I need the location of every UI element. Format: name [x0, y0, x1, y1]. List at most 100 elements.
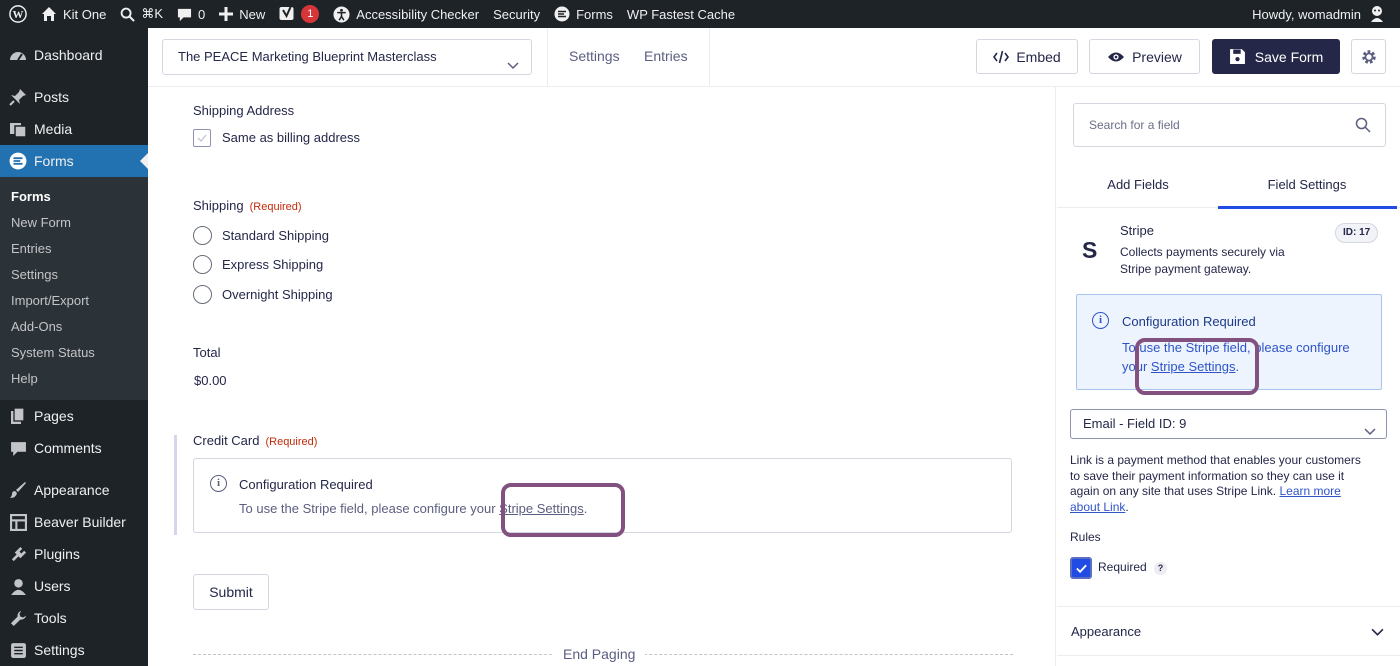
wrench-icon — [8, 608, 28, 628]
media-icon — [8, 119, 28, 139]
radio-standard-shipping[interactable] — [193, 226, 212, 245]
entries-link[interactable]: Entries — [644, 48, 688, 64]
accessibility-label: Accessibility Checker — [356, 6, 480, 22]
radio-overnight-shipping[interactable] — [193, 285, 212, 304]
tab-field-settings[interactable]: Field Settings — [1222, 177, 1392, 192]
comments-link[interactable]: 0 — [170, 0, 212, 28]
rules-label: Rules — [1070, 530, 1101, 544]
yoast-link[interactable]: 1 — [272, 0, 326, 28]
submit-label: Submit — [209, 584, 253, 600]
info-icon: i — [210, 475, 227, 492]
sidebar-item-media[interactable]: Media — [0, 113, 148, 145]
preview-button[interactable]: Preview — [1089, 39, 1200, 74]
search-icon — [120, 7, 136, 22]
shipping-field-label: Shipping (Required) — [193, 198, 302, 213]
accessibility-checker-link[interactable]: Accessibility Checker — [326, 0, 486, 28]
sidebar-item-label: Posts — [34, 89, 70, 105]
sidebar-item-pages[interactable]: Pages — [0, 400, 148, 432]
settings-link[interactable]: Settings — [569, 48, 620, 64]
comments-count: 0 — [198, 6, 206, 22]
account-menu[interactable]: Howdy, womadmin — [1245, 0, 1392, 28]
field-name: Stripe — [1120, 223, 1154, 238]
toolbar-divider — [547, 28, 548, 87]
learn-more-link[interactable]: Learn more — [1279, 484, 1340, 498]
sidebar-item-users[interactable]: Users — [0, 570, 148, 602]
command-search[interactable]: ⌘K — [113, 0, 170, 28]
gear-icon — [1360, 48, 1378, 66]
submenu-forms[interactable]: Forms — [0, 184, 148, 210]
field-description-line2: Stripe payment gateway. — [1120, 262, 1252, 276]
sidebar-item-comments[interactable]: Comments — [0, 432, 148, 464]
sidebar-item-tools[interactable]: Tools — [0, 602, 148, 634]
total-value: $0.00 — [194, 373, 227, 388]
field-search-input[interactable]: Search for a field — [1073, 103, 1386, 147]
config-title: Configuration Required — [1122, 314, 1256, 329]
sidebar-item-plugins[interactable]: Plugins — [0, 538, 148, 570]
about-link-link[interactable]: about Link — [1070, 500, 1125, 514]
active-tab-underline — [1218, 206, 1397, 209]
forms-adminbar-link[interactable]: Forms — [547, 0, 620, 28]
embed-label: Embed — [1016, 48, 1061, 65]
form-settings-gear-button[interactable] — [1351, 39, 1386, 74]
appearance-label: Appearance — [1071, 624, 1142, 639]
wordpress-logo[interactable]: W — [0, 0, 34, 28]
embed-button[interactable]: Embed — [976, 39, 1078, 74]
form-editor-toolbar: The PEACE Marketing Blueprint Masterclas… — [148, 28, 1400, 87]
submenu-settings[interactable]: Settings — [0, 262, 148, 288]
sidebar-item-dashboard[interactable]: Dashboard — [0, 39, 148, 71]
svg-text:W: W — [13, 9, 24, 21]
sidebar-item-settings[interactable]: Settings — [0, 634, 148, 666]
sidebar-item-label: Pages — [34, 408, 74, 424]
accessibility-icon — [333, 5, 350, 23]
sidebar-item-beaver-builder[interactable]: Beaver Builder — [0, 506, 148, 538]
comment-icon — [8, 438, 28, 458]
required-label: Required — [1098, 560, 1147, 574]
appearance-section-toggle[interactable]: Appearance — [1057, 607, 1400, 655]
submenu-entries[interactable]: Entries — [0, 236, 148, 262]
link-description-line1: Link is a payment method that enables yo… — [1070, 453, 1361, 467]
required-checkbox[interactable] — [1070, 557, 1092, 579]
fastest-cache-link[interactable]: WP Fastest Cache — [620, 0, 742, 28]
new-content-link[interactable]: New — [212, 0, 272, 28]
security-link[interactable]: Security — [486, 0, 547, 28]
submenu-add-ons[interactable]: Add-Ons — [0, 314, 148, 340]
tab-add-fields[interactable]: Add Fields — [1053, 177, 1223, 192]
site-name-link[interactable]: Kit One — [34, 0, 113, 28]
settings-icon — [8, 640, 28, 660]
same-as-billing-checkbox[interactable] — [193, 129, 211, 147]
sidebar-item-appearance[interactable]: Appearance — [0, 474, 148, 506]
selected-field-indicator — [174, 435, 177, 535]
search-icon — [1355, 117, 1371, 133]
form-title: The PEACE Marketing Blueprint Masterclas… — [178, 49, 437, 64]
admin-bar: W Kit One ⌘K 0 New 1 Accessibility Check… — [0, 0, 1400, 28]
yoast-icon — [279, 5, 295, 23]
highlight-annotation — [1135, 338, 1259, 395]
code-icon — [993, 50, 1010, 64]
stripe-icon: S — [1082, 237, 1098, 263]
forms-label: Forms — [576, 6, 613, 22]
submenu-help[interactable]: Help — [0, 366, 148, 392]
sidebar-item-label: Media — [34, 121, 73, 137]
sidebar-item-posts[interactable]: Posts — [0, 81, 148, 113]
sidebar-item-label: Users — [34, 578, 71, 594]
submenu-import-export[interactable]: Import/Export — [0, 288, 148, 314]
sidebar-item-forms[interactable]: Forms — [0, 145, 148, 177]
form-switcher-select[interactable]: The PEACE Marketing Blueprint Masterclas… — [162, 39, 532, 75]
sidebar-item-label: Comments — [34, 440, 102, 456]
credit-card-field-label[interactable]: Credit Card (Required) — [193, 433, 317, 448]
save-form-button[interactable]: Save Form — [1212, 39, 1340, 74]
radio-express-shipping[interactable] — [193, 255, 212, 274]
plug-icon — [8, 544, 28, 564]
end-paging-label: End Paging — [553, 646, 646, 662]
help-icon[interactable]: ? — [1154, 562, 1167, 575]
submenu-new-form[interactable]: New Form — [0, 210, 148, 236]
forms-icon — [554, 6, 570, 22]
submenu-system-status[interactable]: System Status — [0, 340, 148, 366]
link-description-line2: to save their payment information so the… — [1070, 469, 1345, 483]
link-email-field-select[interactable]: Email - Field ID: 9 — [1070, 409, 1387, 439]
new-label: New — [239, 6, 266, 22]
submit-button[interactable]: Submit — [193, 574, 269, 610]
option-label: Standard Shipping — [222, 228, 329, 243]
greeting: Howdy, womadmin — [1252, 6, 1361, 22]
email-select-value: Email - Field ID: 9 — [1083, 416, 1187, 431]
